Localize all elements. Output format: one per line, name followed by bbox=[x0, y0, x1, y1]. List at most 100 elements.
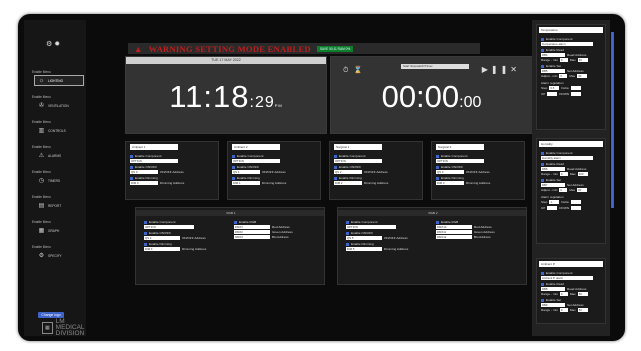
menu-enable-label[interactable]: Enable Menu bbox=[32, 195, 51, 199]
dimming-address-input[interactable]: DIM 1 bbox=[232, 181, 260, 185]
light-name-field[interactable]: Surgical 2 bbox=[436, 144, 484, 150]
scrollbar[interactable] bbox=[611, 32, 614, 208]
checkbox[interactable] bbox=[334, 165, 337, 169]
checkbox[interactable] bbox=[130, 154, 133, 158]
play-icon[interactable]: ▶ bbox=[482, 65, 491, 74]
menu-enable-label[interactable]: Enable Menu bbox=[32, 170, 51, 174]
delta-input[interactable] bbox=[570, 86, 581, 90]
dimming-address-input[interactable]: DIM 0 bbox=[130, 181, 158, 185]
menu-enable-label[interactable]: Enable Menu bbox=[32, 145, 51, 149]
adjust-min-input[interactable]: 0 bbox=[559, 308, 568, 312]
onoff-address-input[interactable]: QS 1 bbox=[232, 170, 260, 174]
read-address-input[interactable]: DB4 bbox=[541, 53, 565, 57]
checkbox[interactable] bbox=[144, 220, 147, 224]
checkbox[interactable] bbox=[346, 220, 349, 224]
blue-address-input[interactable]: DMX3 bbox=[234, 235, 270, 239]
component-select[interactable]: OPTION bbox=[334, 159, 382, 163]
checkbox[interactable] bbox=[234, 220, 237, 224]
checkbox[interactable] bbox=[541, 37, 544, 41]
checkbox[interactable] bbox=[541, 271, 544, 275]
light-name-field[interactable]: Ambient 1 bbox=[130, 144, 178, 150]
checkbox[interactable] bbox=[130, 165, 133, 169]
dimming-address-input[interactable]: DIM 3 bbox=[436, 181, 464, 185]
component-select[interactable]: OPTION bbox=[130, 159, 178, 163]
dimming-address-input[interactable]: DIM 4 bbox=[144, 247, 180, 251]
read-address-input[interactable]: DB6 bbox=[541, 167, 565, 171]
green-address-input[interactable]: DMX2 bbox=[234, 230, 270, 234]
component-select[interactable]: Humidity alarm bbox=[541, 156, 593, 160]
checkbox[interactable] bbox=[346, 231, 349, 235]
adjust-min-input[interactable]: 0 bbox=[559, 74, 568, 78]
range-min-input[interactable]: 0 bbox=[559, 292, 568, 296]
checkbox[interactable] bbox=[144, 242, 147, 246]
pause-icon[interactable]: ❚❚ bbox=[491, 65, 510, 74]
down-input[interactable] bbox=[571, 206, 582, 210]
checkbox[interactable] bbox=[436, 154, 439, 158]
sidebar-item-report[interactable]: ▤ REPORT bbox=[34, 200, 84, 211]
sidebar-item-ventilation[interactable]: ✇ VENTILATION bbox=[34, 100, 84, 111]
sidebar-item-graph[interactable]: ▦ GRAPH bbox=[34, 225, 84, 236]
down-input[interactable] bbox=[571, 92, 582, 96]
sensor-title-field[interactable]: Humidity bbox=[539, 141, 603, 147]
menu-enable-label[interactable]: Enable Menu bbox=[32, 95, 51, 99]
dimming-address-input[interactable]: DIM 5 bbox=[346, 247, 382, 251]
checkbox[interactable] bbox=[541, 64, 544, 68]
set-address-input[interactable]: DB5 bbox=[541, 69, 565, 73]
adjust-max-input[interactable]: 50 bbox=[577, 308, 588, 312]
menu-enable-label[interactable]: Enable Menu bbox=[32, 120, 51, 124]
up-input[interactable] bbox=[547, 206, 558, 210]
component-select[interactable]: OPTION bbox=[144, 225, 194, 229]
range-min-input[interactable]: 0 bbox=[559, 58, 568, 62]
close-icon[interactable]: ✕ bbox=[510, 65, 520, 74]
checkbox[interactable] bbox=[541, 178, 544, 182]
adjust-min-input[interactable]: 0 bbox=[559, 188, 568, 192]
onoff-address-input[interactable]: QS 2 bbox=[334, 170, 362, 174]
checkbox[interactable] bbox=[334, 154, 337, 158]
checkbox[interactable] bbox=[541, 151, 544, 155]
menu-enable-label[interactable]: Enable Menu bbox=[32, 70, 51, 74]
save-badge[interactable]: SAVE 00:11 RAM 0% bbox=[316, 45, 354, 52]
menu-enable-label[interactable]: Enable Menu bbox=[32, 245, 51, 249]
red-address-input[interactable]: DMX1 bbox=[234, 225, 270, 229]
sidebar-item-lighting[interactable]: ☼ LIGHTING bbox=[34, 75, 84, 86]
range-max-input[interactable]: 50 bbox=[577, 58, 588, 62]
read-address-input[interactable]: DB8 bbox=[541, 287, 565, 291]
timer-mode-select[interactable]: Start Stopwatch/Timer bbox=[401, 64, 469, 69]
sensor-title-field[interactable]: Ambient P. bbox=[539, 261, 603, 267]
component-select[interactable]: OPTION bbox=[436, 159, 484, 163]
sidebar-item-alarms[interactable]: ⚠ ALARMS bbox=[34, 150, 84, 161]
adjust-max-input[interactable]: 80 bbox=[577, 188, 588, 192]
sidebar-item-specify[interactable]: ⚙ SPECIFY bbox=[34, 250, 84, 261]
component-select[interactable]: Ambient P. alarm bbox=[541, 276, 593, 280]
checkbox[interactable] bbox=[436, 176, 439, 180]
checkbox[interactable] bbox=[130, 176, 133, 180]
onoff-address-input[interactable]: QS 0 bbox=[130, 170, 158, 174]
green-address-input[interactable]: DMX11 bbox=[436, 230, 472, 234]
light-name-field[interactable]: Surgical 1 bbox=[334, 144, 382, 150]
sidebar-item-timers[interactable]: ◷ TIMERS bbox=[34, 175, 84, 186]
checkbox[interactable] bbox=[541, 282, 544, 286]
hourglass-icon[interactable]: ⌛ bbox=[353, 67, 367, 74]
checkbox[interactable] bbox=[334, 176, 337, 180]
set-address-input[interactable]: DB7 bbox=[541, 183, 565, 187]
component-select[interactable]: OPTION bbox=[346, 225, 396, 229]
dimming-address-input[interactable]: DIM 2 bbox=[334, 181, 362, 185]
brightness-icon[interactable]: ✹ bbox=[54, 41, 62, 48]
light-name-field[interactable]: Ambient 2 bbox=[232, 144, 280, 150]
stopwatch-icon[interactable]: ⏱ bbox=[343, 67, 353, 74]
range-max-input[interactable]: 100 bbox=[577, 172, 588, 176]
menu-enable-label[interactable]: Enable Menu bbox=[32, 220, 51, 224]
sensor-title-field[interactable]: Temperature bbox=[539, 27, 603, 33]
set-address-input[interactable]: DB9 bbox=[541, 303, 565, 307]
component-select[interactable]: Temperature alarm bbox=[541, 42, 593, 46]
checkbox[interactable] bbox=[541, 48, 544, 52]
range-max-input[interactable]: 50 bbox=[577, 292, 588, 296]
blue-address-input[interactable]: DMX12 bbox=[436, 235, 472, 239]
red-address-input[interactable]: DMX10 bbox=[436, 225, 472, 229]
range-min-input[interactable]: 0 bbox=[559, 172, 568, 176]
checkbox[interactable] bbox=[541, 162, 544, 166]
onoff-address-input[interactable]: QS 3 bbox=[436, 170, 464, 174]
checkbox[interactable] bbox=[436, 165, 439, 169]
checkbox[interactable] bbox=[346, 242, 349, 246]
checkbox[interactable] bbox=[232, 165, 235, 169]
